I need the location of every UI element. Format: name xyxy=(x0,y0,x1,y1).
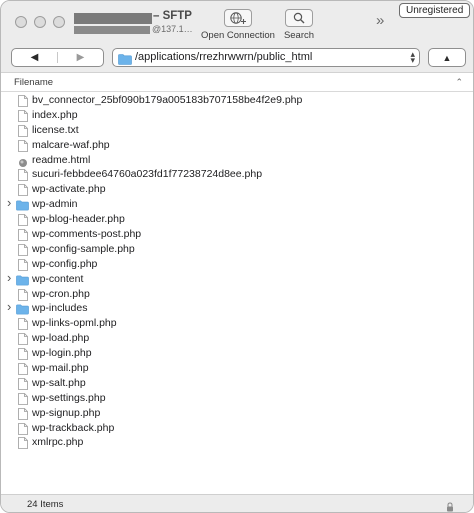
redacted-host-subtitle xyxy=(74,26,150,34)
list-item[interactable]: wp-activate.php xyxy=(1,182,473,197)
file-name: wp-config.php xyxy=(32,257,98,270)
window-subtitle: @137.1… xyxy=(152,24,193,34)
search-icon xyxy=(285,9,313,27)
list-item[interactable]: sucuri-febbdee64760a023fd1f77238724d8ee.… xyxy=(1,167,473,182)
file-name: wp-trackback.php xyxy=(32,421,115,434)
list-item[interactable]: wp-config-sample.php xyxy=(1,242,473,257)
file-name: malcare-waf.php xyxy=(32,138,110,151)
close-window-button[interactable] xyxy=(15,16,27,28)
file-name: sucuri-febbdee64760a023fd1f77238724d8ee.… xyxy=(32,168,263,181)
file-name: wp-content xyxy=(32,272,84,285)
file-name: readme.html xyxy=(32,153,91,166)
file-name: license.txt xyxy=(32,123,79,136)
lock-icon xyxy=(446,499,454,512)
list-item[interactable]: wp-salt.php xyxy=(1,376,473,391)
file-name: wp-config-sample.php xyxy=(32,242,135,255)
file-name: wp-login.php xyxy=(32,347,92,360)
file-name: bv_connector_25bf090b179a005183b707158be… xyxy=(32,94,303,106)
toolbar-overflow-icon[interactable]: » xyxy=(376,12,384,29)
disclosure-chevron-icon[interactable]: › xyxy=(7,270,11,285)
navigation-bar: ◀ ▶ /applications/rrezhrwwrn/public_html… xyxy=(1,43,473,73)
disclosure-chevron-icon[interactable]: › xyxy=(7,195,11,210)
unregistered-badge[interactable]: Unregistered xyxy=(399,3,471,18)
list-item[interactable]: wp-blog-header.php xyxy=(1,212,473,227)
list-item[interactable]: bv_connector_25bf090b179a005183b707158be… xyxy=(1,93,473,108)
search-button[interactable]: Search xyxy=(281,9,317,41)
file-name: wp-mail.php xyxy=(32,362,89,375)
file-name: index.php xyxy=(32,108,78,121)
file-name: wp-cron.php xyxy=(32,287,90,300)
path-dropdown-icon: ▴ ▾ xyxy=(410,49,415,65)
list-header: Filename ⌃ xyxy=(1,73,473,92)
item-count: 24 Items xyxy=(27,499,64,510)
file-name: wp-load.php xyxy=(32,332,90,345)
list-item[interactable]: › wp-content xyxy=(1,270,473,287)
file-name: wp-signup.php xyxy=(32,406,101,419)
file-name: wp-admin xyxy=(32,198,78,211)
forward-button[interactable]: ▶ xyxy=(58,49,103,66)
file-name: wp-salt.php xyxy=(32,376,86,389)
list-item[interactable]: readme.html xyxy=(1,153,473,168)
disclosure-chevron-icon[interactable]: › xyxy=(7,299,11,314)
list-item[interactable]: wp-comments-post.php xyxy=(1,227,473,242)
sftp-window: – SFTP @137.1… Open Connection Search » … xyxy=(0,0,474,513)
zoom-window-button[interactable] xyxy=(53,16,65,28)
file-name: wp-links-opml.php xyxy=(32,317,117,330)
file-name: wp-blog-header.php xyxy=(32,213,125,226)
back-button[interactable]: ◀ xyxy=(12,49,57,66)
search-label: Search xyxy=(283,30,315,41)
sort-indicator-icon: ⌃ xyxy=(455,77,463,87)
file-name: wp-settings.php xyxy=(32,391,106,404)
list-item[interactable]: index.php xyxy=(1,108,473,123)
file-name: wp-includes xyxy=(32,302,88,315)
list-item[interactable]: › wp-admin xyxy=(1,195,473,212)
column-header-filename[interactable]: Filename xyxy=(14,77,53,88)
window-title: – SFTP xyxy=(153,10,192,22)
list-item[interactable]: wp-login.php xyxy=(1,346,473,361)
list-item[interactable]: xmlrpc.php xyxy=(1,435,473,450)
back-forward-control: ◀ ▶ xyxy=(11,48,104,67)
list-item[interactable]: wp-settings.php xyxy=(1,391,473,406)
redacted-host-title xyxy=(74,13,152,24)
minimize-window-button[interactable] xyxy=(34,16,46,28)
list-item[interactable]: wp-load.php xyxy=(1,331,473,346)
path-selector[interactable]: /applications/rrezhrwwrn/public_html ▴ ▾ xyxy=(112,48,420,67)
file-name: wp-comments-post.php xyxy=(32,228,142,241)
document-icon xyxy=(18,436,28,454)
file-list: bv_connector_25bf090b179a005183b707158be… xyxy=(1,93,473,450)
file-name: xmlrpc.php xyxy=(32,436,84,449)
list-item[interactable]: wp-config.php xyxy=(1,257,473,272)
file-name: wp-activate.php xyxy=(32,183,106,196)
open-connection-button[interactable]: Open Connection xyxy=(200,9,276,41)
list-item[interactable]: wp-mail.php xyxy=(1,361,473,376)
list-item[interactable]: wp-signup.php xyxy=(1,406,473,421)
list-item[interactable]: wp-trackback.php xyxy=(1,421,473,436)
list-item[interactable]: › wp-includes xyxy=(1,299,473,316)
status-bar: 24 Items xyxy=(1,494,473,512)
title-toolbar: – SFTP @137.1… Open Connection Search » … xyxy=(1,1,473,43)
current-path: /applications/rrezhrwwrn/public_html xyxy=(135,51,313,63)
list-item[interactable]: wp-cron.php xyxy=(1,287,473,302)
list-item[interactable]: license.txt xyxy=(1,123,473,138)
open-connection-label: Open Connection xyxy=(201,30,275,41)
globe-plus-icon xyxy=(224,9,252,27)
list-item[interactable]: wp-links-opml.php xyxy=(1,316,473,331)
parent-directory-button[interactable]: ▲ xyxy=(428,48,466,67)
list-item[interactable]: malcare-waf.php xyxy=(1,138,473,153)
folder-icon xyxy=(118,52,132,70)
